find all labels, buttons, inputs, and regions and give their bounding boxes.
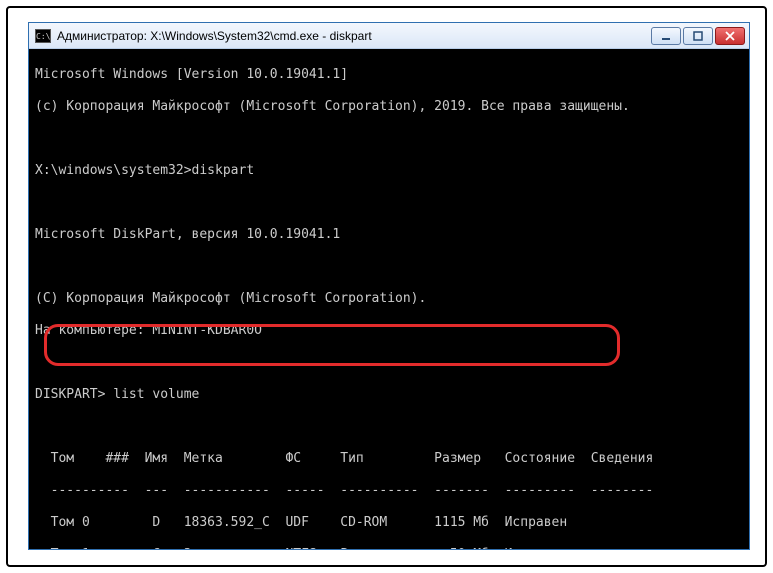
blank [35,131,743,147]
table-header: Том ### Имя Метка ФС Тип Размер Состояни… [35,451,743,467]
minimize-button[interactable] [651,27,681,45]
blank [35,259,743,275]
window-title: Администратор: X:\Windows\System32\cmd.e… [57,29,645,43]
blank [35,195,743,211]
maximize-button[interactable] [683,27,713,45]
line-diskpart-host: На компьютере: MININT-KDBAR0O [35,323,743,339]
prompt-list-volume: DISKPART> list volume [35,387,743,403]
blank [35,419,743,435]
titlebar[interactable]: C:\ Администратор: X:\Windows\System32\c… [29,23,749,49]
line-diskpart-version: Microsoft DiskPart, версия 10.0.19041.1 [35,227,743,243]
line-copyright: (c) Корпорация Майкрософт (Microsoft Cor… [35,99,743,115]
console-output[interactable]: Microsoft Windows [Version 10.0.19041.1]… [29,49,749,549]
window-controls [651,27,745,45]
table-divider: ---------- --- ----------- ----- -------… [35,483,743,499]
line-diskpart-corp: (C) Корпорация Майкрософт (Microsoft Cor… [35,291,743,307]
blank [35,355,743,371]
table-row: Том 0 D 18363.592_C UDF CD-ROM 1115 Мб И… [35,515,743,531]
cmd-icon: C:\ [35,29,51,43]
cmd-window: C:\ Администратор: X:\Windows\System32\c… [28,22,750,550]
close-button[interactable] [715,27,745,45]
line-cmd-prompt: X:\windows\system32>diskpart [35,163,743,179]
line-version: Microsoft Windows [Version 10.0.19041.1] [35,67,743,83]
table-row: Том 1 C Зарезервиро NTFS Раздел 50 Мб Ис… [35,547,743,549]
screenshot-frame: C:\ Администратор: X:\Windows\System32\c… [6,6,767,567]
